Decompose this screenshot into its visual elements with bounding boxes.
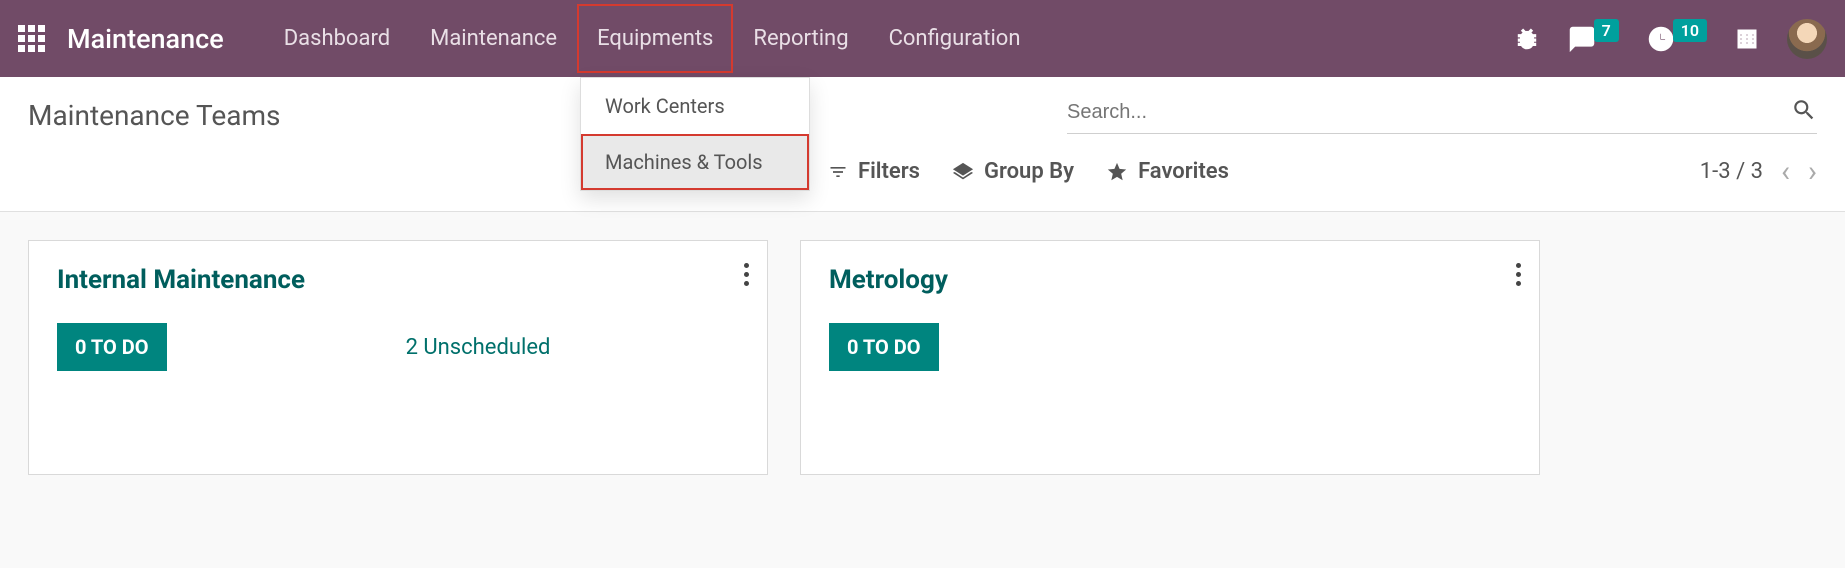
cards-area: Internal Maintenance 0 TO DO 2 Unschedul… bbox=[0, 212, 1845, 503]
filter-buttons: Filters Group By Favorites bbox=[828, 159, 1229, 184]
card-menu-icon[interactable] bbox=[744, 263, 749, 286]
page-title: Maintenance Teams bbox=[28, 99, 280, 132]
star-icon bbox=[1106, 161, 1128, 183]
subheader: Maintenance Teams Filters Group By Favor… bbox=[0, 77, 1845, 212]
search-input[interactable] bbox=[1067, 101, 1791, 124]
dropdown-work-centers[interactable]: Work Centers bbox=[581, 78, 809, 134]
nav-configuration[interactable]: Configuration bbox=[869, 4, 1041, 73]
activities-icon[interactable]: 10 bbox=[1647, 25, 1707, 53]
debug-icon[interactable] bbox=[1514, 26, 1540, 52]
apps-grid-icon[interactable] bbox=[18, 25, 45, 52]
filters-label: Filters bbox=[858, 159, 920, 184]
subheader-row2: Filters Group By Favorites 1-3 / 3 ‹ › bbox=[28, 134, 1817, 211]
topbar-right: 7 10 bbox=[1514, 19, 1827, 59]
team-card-metrology: Metrology 0 TO DO bbox=[800, 240, 1540, 475]
pager-next-icon[interactable]: › bbox=[1808, 154, 1817, 189]
layers-icon bbox=[952, 161, 974, 183]
dropdown-machines-tools[interactable]: Machines & Tools bbox=[581, 134, 809, 190]
activities-badge: 10 bbox=[1673, 19, 1707, 42]
todo-button[interactable]: 0 TO DO bbox=[829, 323, 939, 371]
groupby-label: Group By bbox=[984, 159, 1074, 184]
pager-text: 1-3 / 3 bbox=[1700, 159, 1763, 184]
groupby-button[interactable]: Group By bbox=[952, 159, 1074, 184]
messages-badge: 7 bbox=[1594, 19, 1619, 42]
nav-menu: Dashboard Maintenance Equipments Reporti… bbox=[264, 4, 1041, 73]
unscheduled-link[interactable]: 2 Unscheduled bbox=[406, 335, 551, 360]
nav-maintenance[interactable]: Maintenance bbox=[410, 4, 577, 73]
favorites-button[interactable]: Favorites bbox=[1106, 159, 1229, 184]
equipments-dropdown: Work Centers Machines & Tools bbox=[580, 77, 810, 191]
card-title[interactable]: Internal Maintenance bbox=[57, 265, 739, 295]
avatar[interactable] bbox=[1787, 19, 1827, 59]
todo-button[interactable]: 0 TO DO bbox=[57, 323, 167, 371]
nav-equipments[interactable]: Equipments bbox=[577, 4, 733, 73]
team-card-internal-maintenance: Internal Maintenance 0 TO DO 2 Unschedul… bbox=[28, 240, 768, 475]
nav-reporting[interactable]: Reporting bbox=[733, 4, 868, 73]
funnel-icon bbox=[828, 162, 848, 182]
card-title[interactable]: Metrology bbox=[829, 265, 1511, 295]
app-title[interactable]: Maintenance bbox=[67, 23, 224, 55]
company-icon[interactable] bbox=[1735, 27, 1759, 51]
search-area bbox=[1067, 97, 1817, 134]
card-menu-icon[interactable] bbox=[1516, 263, 1521, 286]
pager: 1-3 / 3 ‹ › bbox=[1700, 154, 1817, 189]
nav-dashboard[interactable]: Dashboard bbox=[264, 4, 410, 73]
search-icon[interactable] bbox=[1791, 97, 1817, 127]
messages-icon[interactable]: 7 bbox=[1568, 25, 1619, 53]
topbar: Maintenance Dashboard Maintenance Equipm… bbox=[0, 0, 1845, 77]
favorites-label: Favorites bbox=[1138, 159, 1229, 184]
subheader-row1: Maintenance Teams bbox=[28, 77, 1817, 134]
filters-button[interactable]: Filters bbox=[828, 159, 920, 184]
pager-prev-icon[interactable]: ‹ bbox=[1781, 154, 1790, 189]
